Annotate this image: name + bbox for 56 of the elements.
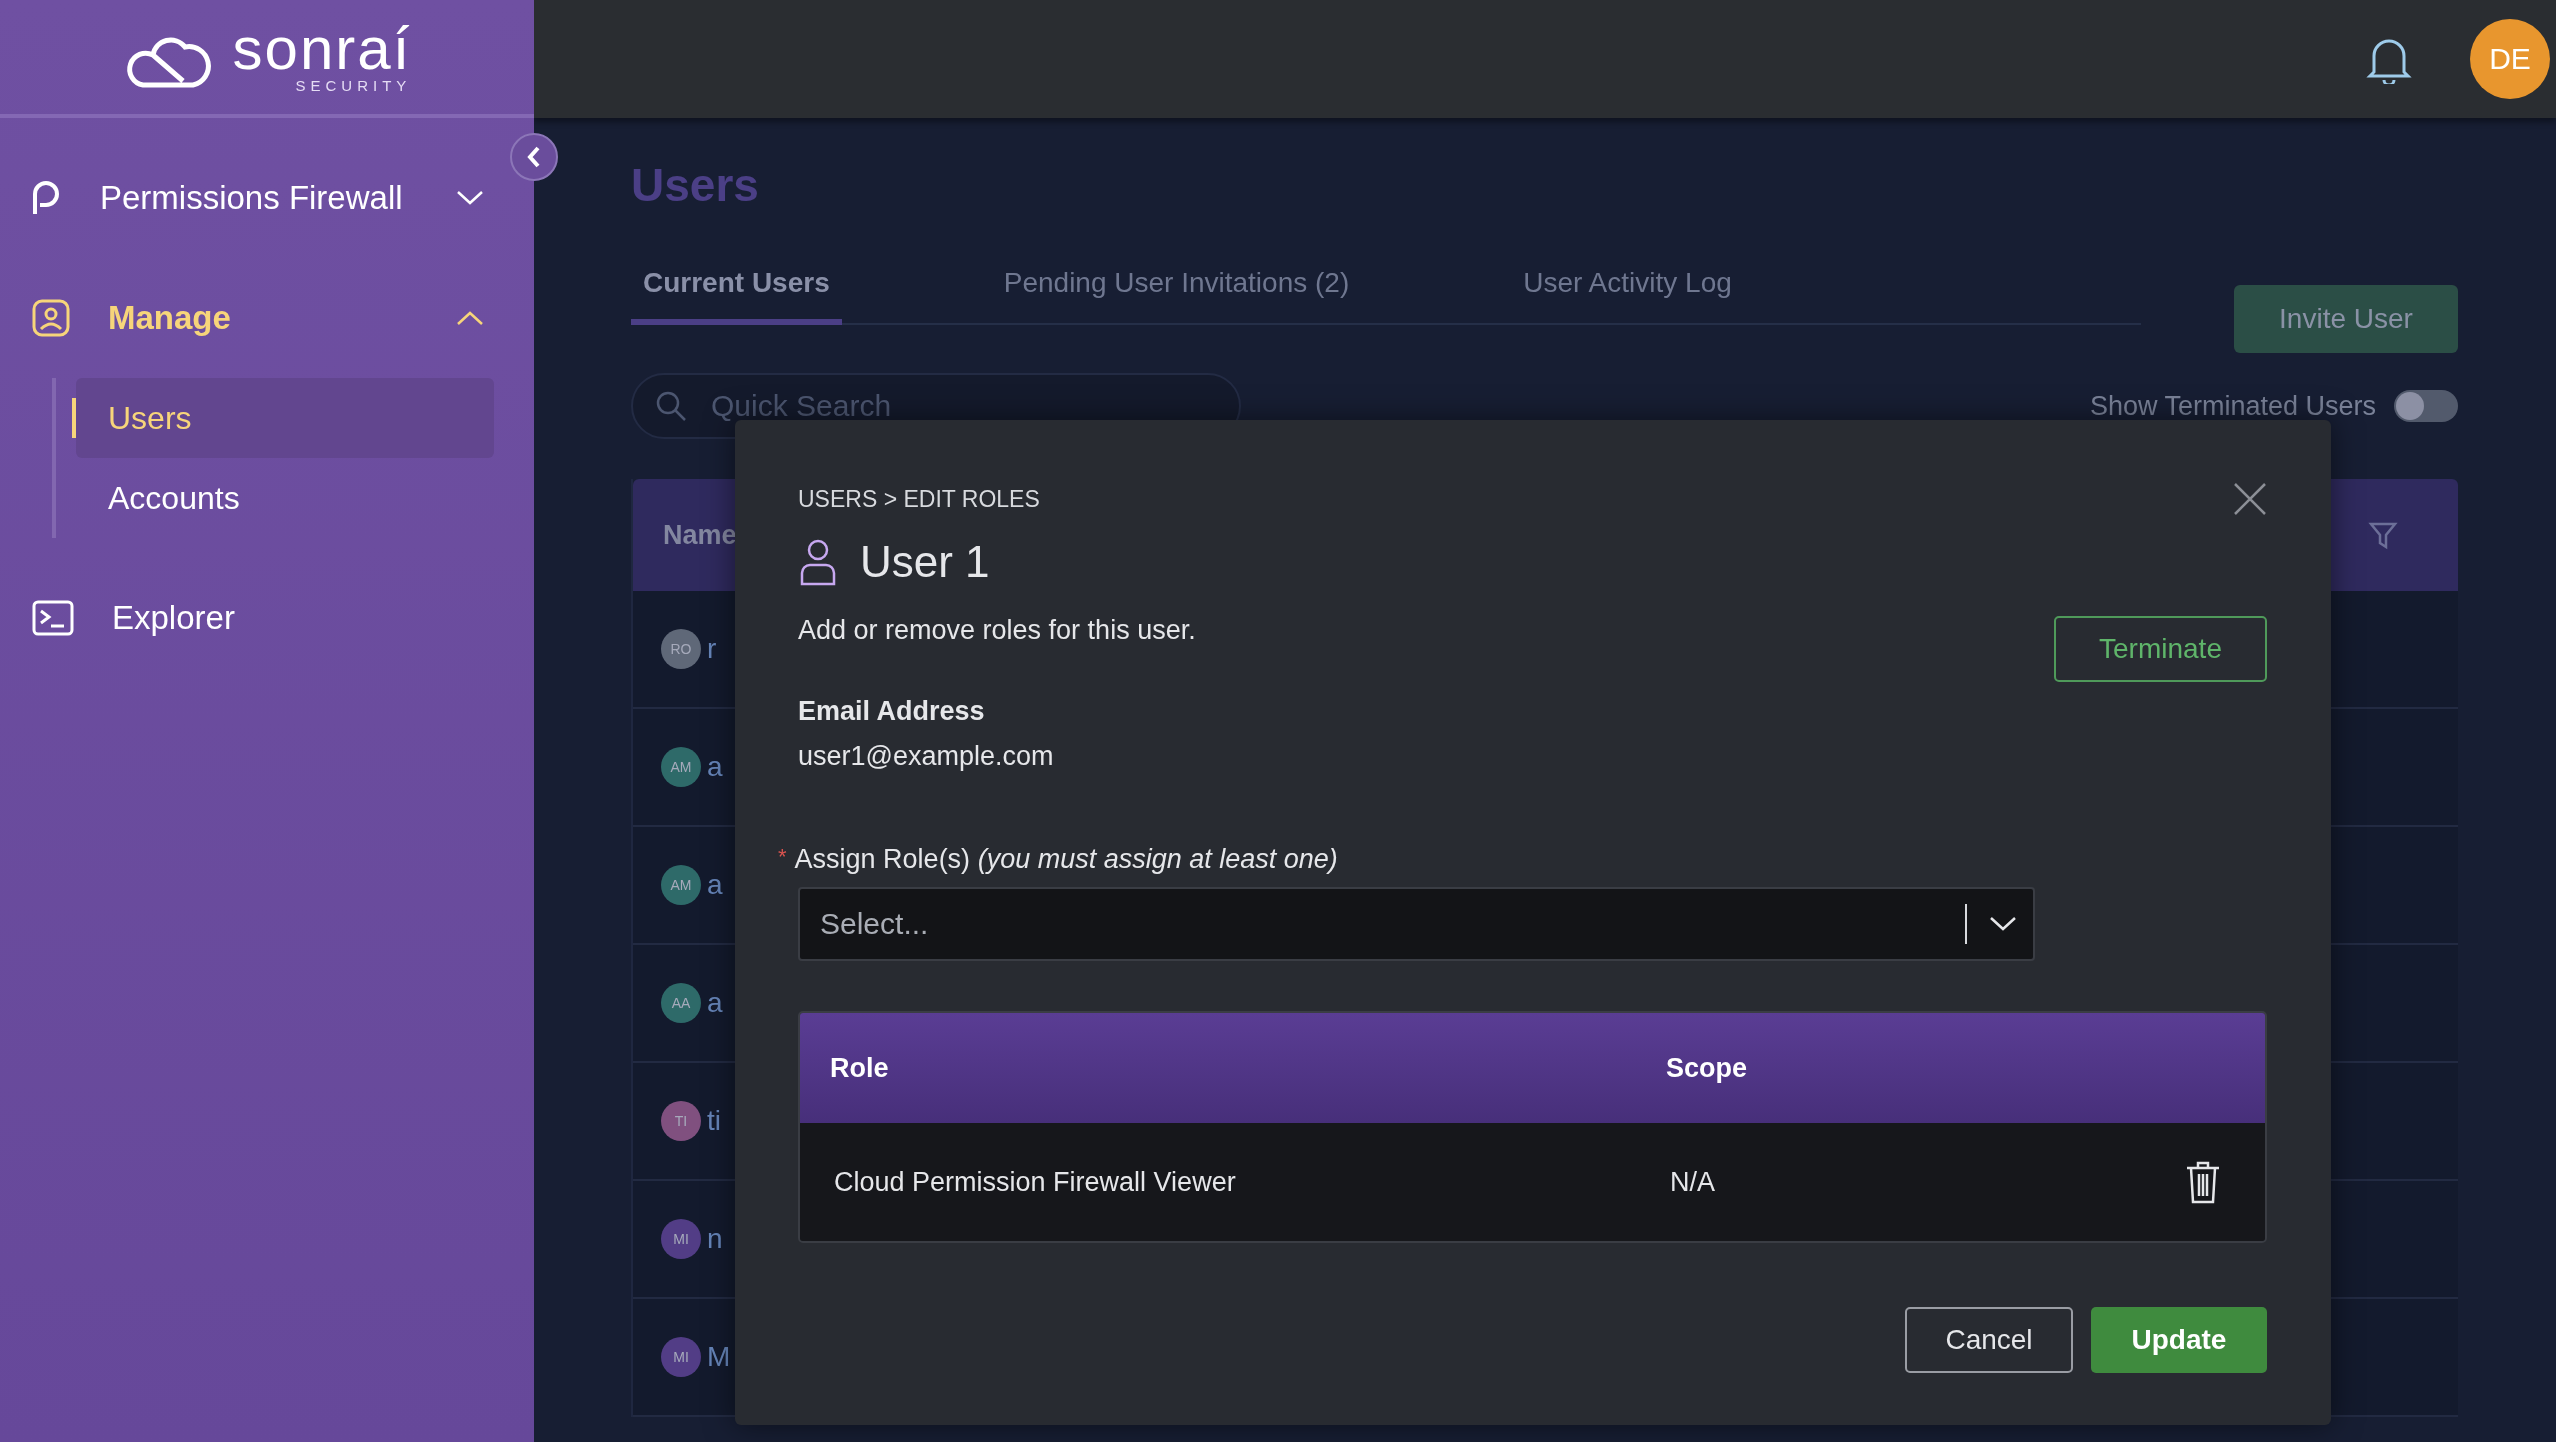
update-button[interactable]: Update — [2091, 1307, 2267, 1373]
chevron-up-icon — [456, 310, 484, 326]
toggle-label: Show Terminated Users — [2089, 390, 2376, 422]
dialog-title: User 1 — [860, 537, 990, 587]
cancel-button[interactable]: Cancel — [1905, 1307, 2073, 1373]
nav-subitem[interactable]: Accounts — [76, 458, 494, 538]
user-badge-icon — [32, 299, 70, 337]
user-initials-avatar: TI — [661, 1101, 701, 1141]
table-cell: M — [707, 1341, 731, 1373]
terminate-button[interactable]: Terminate — [2054, 616, 2267, 682]
user-initials-avatar: AA — [661, 983, 701, 1023]
assign-roles-label: Assign Role(s) (you must assign at least one) — [794, 844, 1338, 875]
email-label: Email Address — [798, 696, 986, 727]
tab[interactable]: Pending User Invitations (2) — [991, 267, 1362, 325]
user-initials-avatar: MI — [661, 1219, 701, 1259]
breadcrumb: USERS > EDIT ROLES — [798, 486, 1041, 513]
search-icon — [655, 390, 687, 422]
user-initials-avatar: AM — [661, 747, 701, 787]
column-header: Scope — [1666, 1052, 1749, 1084]
terminated-toggle[interactable] — [2394, 390, 2458, 422]
required-mark: * — [778, 844, 787, 871]
chevron-down-icon — [1989, 916, 2017, 932]
table-cell: a — [707, 869, 723, 901]
table-cell: n — [707, 1223, 723, 1255]
terminal-icon — [32, 600, 74, 636]
table-cell: a — [707, 751, 723, 783]
tab[interactable]: Current Users — [631, 267, 842, 325]
nav-item[interactable]: Manage — [32, 258, 534, 378]
chevron-down-icon — [456, 190, 484, 206]
nav-item[interactable]: Explorer — [32, 558, 534, 678]
role-select[interactable]: Select... — [798, 887, 2035, 961]
nav-item[interactable]: Permissions Firewall — [32, 138, 534, 258]
chevron-left-icon — [526, 145, 542, 169]
logo-tagline: SECURITY — [295, 76, 412, 94]
collapse-button[interactable] — [510, 133, 558, 181]
close-icon[interactable] — [2233, 482, 2267, 516]
column-header: Name — [663, 519, 737, 551]
page-title: Users — [631, 158, 760, 212]
user-initials-avatar: MI — [661, 1337, 701, 1377]
table-cell-text: Cloud Permission Firewall Viewer — [834, 1166, 1237, 1198]
email-value: user1@example.com — [798, 741, 1055, 772]
column-header: Role — [830, 1052, 890, 1084]
p-letter-icon — [32, 180, 62, 216]
trash-icon[interactable] — [2185, 1160, 2221, 1204]
logo-name: sonraí — [232, 20, 412, 77]
table-cell: ti — [707, 1105, 721, 1137]
table-cell-text: N/A — [1670, 1166, 1716, 1198]
user-initials-avatar: RO — [661, 629, 701, 669]
user-initials-avatar: AM — [661, 865, 701, 905]
person-icon — [798, 537, 838, 587]
table-cell: a — [707, 987, 723, 1019]
dialog-description: Add or remove roles for this user. — [798, 615, 1196, 646]
tab[interactable]: User Activity Log — [1511, 267, 1744, 325]
invite-user-button[interactable]: Invite User — [2234, 285, 2458, 353]
table-cell: r — [707, 633, 717, 665]
filter-icon[interactable] — [2368, 520, 2398, 550]
